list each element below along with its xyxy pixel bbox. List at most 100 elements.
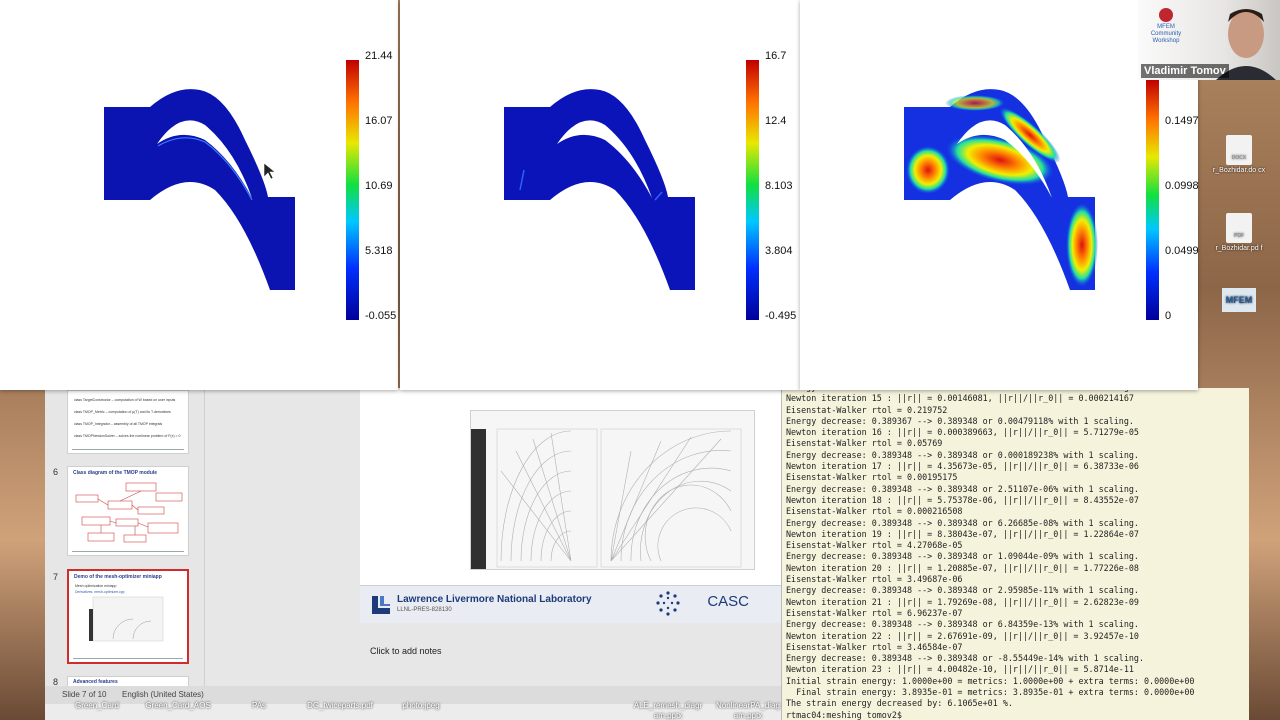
terminal-line: Newton iteration 15 : ||r|| = 0.00146081… [786,393,1134,404]
footer-casc-text: CASC [707,593,749,610]
desktop-file[interactable]: Green_Card [62,701,132,710]
slide-thumbnail-6[interactable]: Class diagram of the TMOP module [67,466,189,556]
colorbar-tick-label: 8.103 [765,180,793,192]
miniapp-thumbnail-graphic [89,596,164,642]
terminal-line: The strain energy decreased by: 6.1065e+… [786,698,1013,709]
terminal-line: Newton iteration 16 : ||r|| = 0.00038966… [786,427,1139,438]
notes-placeholder[interactable]: Click to add notes [370,646,442,656]
desktop-file[interactable]: photo.jpeg [386,701,456,710]
colorbar-max-label: 16.7 [765,50,787,62]
terminal-window[interactable]: Energy decrease: 0.389393 --> 0.389367 o… [781,382,1249,720]
mesh-field-plot [104,60,359,320]
turbine-blade-domain [504,89,695,291]
terminal-line: Newton iteration 20 : ||r|| = 1.20885e-0… [786,562,1139,573]
mesh-grid-graphic [496,428,742,568]
slide-thumbnail-7[interactable]: Demo of the mesh-optimizer miniapp Mesh … [67,569,189,664]
terminal-line: Energy decrease: 0.389348 --> 0.389348 o… [786,585,1139,596]
thumbnail-footer [72,551,184,554]
colorbar-min-label: -0.495 [765,310,797,322]
thumbnail-title: Demo of the mesh-optimizer miniapp [74,574,162,580]
desktop-mfem-folder[interactable]: MFEM [1212,288,1266,312]
slide-editor: Lawrence Livermore National Laboratory L… [205,388,785,686]
terminal-line: Eisenstat-Walker rtol = 0.219752 [786,404,948,415]
terminal-line: Newton iteration 23 : ||r|| = 4.00482e-1… [786,664,1134,675]
terminal-line: Energy decrease: 0.389348 --> 0.389348 o… [786,551,1139,562]
colorbar-tick-label: 12.4 [765,115,787,127]
desktop-file[interactable]: ALE_remesh_diagr am.pptx [626,701,710,720]
colorbar-min-label: -0.055 [365,310,397,322]
terminal-line: Eisenstat-Walker rtol = 3.49687e-06 [786,574,963,585]
desktop-docx-file[interactable]: DOCX r_Bozhidar.do cx [1212,135,1266,174]
colorbar-tick-label: 3.804 [765,245,793,257]
powerpoint-window: class TargetConstructor – computation of… [45,388,785,720]
terminal-line: Newton iteration 21 : ||r|| = 1.79269e-0… [786,596,1139,607]
slide-number: 7 [53,572,59,582]
thumbnail-text: class TMOP_Metric – computation of μ(T) … [74,410,171,414]
colorbar-tick-label: 10.69 [365,180,393,192]
slide-thumbnail-panel[interactable]: class TargetConstructor – computation of… [45,388,205,688]
terminal-line: Energy decrease: 0.389348 --> 0.389348 o… [786,517,1139,528]
terminal-line: Eisenstat-Walker rtol = 4.27068e-05 [786,540,963,551]
colorbar [746,60,759,320]
status-language[interactable]: English (United States) [122,690,204,699]
current-slide[interactable]: Lawrence Livermore National Laboratory L… [360,388,785,623]
slide-thumbnail-5[interactable]: class TargetConstructor – computation of… [67,390,189,454]
terminal-line: Eisenstat-Walker rtol = 0.05769 [786,438,943,449]
document-icon: DOCX [1226,135,1252,165]
class-diagram-graphic [75,482,183,543]
terminal-line: Energy decrease: 0.389348 --> 0.389348 o… [786,483,1139,494]
colorbar [346,60,359,320]
desktop-file-label: r_Bozhidar.do cx [1212,167,1266,174]
terminal-line: Initial strain energy: 1.0000e+00 = metr… [786,675,1195,686]
status-slide-count: Slide 7 of 10 [62,690,107,699]
terminal-line: Eisenstat-Walker rtol = 0.000216508 [786,506,963,517]
mouse-cursor-icon [263,162,276,180]
desktop-file[interactable]: DG_twiceparts.pdf [305,701,375,710]
glvis-plot-window-1[interactable]: 21.44 16.07 10.69 5.318 -0.055 [0,0,398,390]
footer-release-code: LLNL-PRES-828130 [397,607,452,613]
terminal-line: Eisenstat-Walker rtol = 3.46584e-07 [786,641,963,652]
llnl-logo-icon [372,596,390,614]
colorbar-tick-label: 0.0998 [1165,180,1199,192]
thumbnail-title: Class diagram of the TMOP module [73,470,158,476]
thumbnail-text: class TargetConstructor – computation of… [74,398,176,402]
turbine-blade-domain [104,89,295,291]
terminal-line: Energy decrease: 0.389348 --> 0.389348 o… [786,653,1144,664]
terminal-line: Final strain energy: 3.8935e-01 = metric… [786,687,1195,698]
desktop-file[interactable]: PAs [224,701,294,710]
terminal-line: Newton iteration 18 : ||r|| = 5.75378e-0… [786,494,1139,505]
thumbnail-text: class TMOPNewtonSolver – solves the nonl… [74,434,181,438]
terminal-line: rtmac04:meshing tomov2$ [786,709,908,720]
casc-logo-icon [656,591,680,616]
terminal-line: Energy decrease: 0.389367 --> 0.389348 o… [786,415,1134,426]
terminal-line: Eisenstat-Walker rtol = 6.96237e-07 [786,607,963,618]
colorbar-max-label: 21.44 [365,50,393,62]
colorbar-tick-label: 0.0499 [1165,245,1199,257]
desktop-file-label: r_Bozhidar.pd f [1215,245,1263,252]
colorbar-min-label: 0 [1165,310,1172,322]
thumbnail-footer [72,449,184,452]
colorbar [1146,80,1159,320]
colorbar-tick-label: 0.1497 [1165,115,1199,127]
participant-name: Vladimir Tomov [1141,64,1229,78]
slide-footer: Lawrence Livermore National Laboratory L… [360,585,785,623]
mfem-logo-icon: MFEM [1222,288,1256,312]
terminal-line: Newton iteration 19 : ||r|| = 8.38043e-0… [786,528,1139,539]
desktop-file[interactable]: Green_Card_AOS [143,701,213,710]
terminal-line: Energy decrease: 0.389348 --> 0.389348 o… [786,449,1139,460]
desktop-file[interactable]: NonlinearPA_diag am.pptx [708,701,788,720]
slide-number: 6 [53,467,59,477]
video-participant-tile[interactable]: MFEM Community Workshop Vladimir Tomov [1138,0,1280,80]
terminal-line: Energy decrease: 0.389348 --> 0.389348 o… [786,619,1139,630]
footer-organization: Lawrence Livermore National Laboratory [397,594,592,605]
terminal-line: Newton iteration 22 : ||r|| = 2.67691e-0… [786,630,1139,641]
mesh-field-plot [504,60,759,320]
desktop-pdf-file[interactable]: PDF r_Bozhidar.pd f [1212,213,1266,252]
terminal-output: Energy decrease: 0.389393 --> 0.389367 o… [786,382,1252,720]
glvis-plot-window-2[interactable]: 16.7 12.4 8.103 3.804 -0.495 [400,0,800,390]
terminal-line: Eisenstat-Walker rtol = 0.00195175 [786,472,958,483]
miniapp-screenshot [470,410,755,570]
pdf-icon: PDF [1226,213,1252,243]
colorbar-tick-label: 5.318 [365,245,393,257]
thumbnail-footer [73,658,183,661]
